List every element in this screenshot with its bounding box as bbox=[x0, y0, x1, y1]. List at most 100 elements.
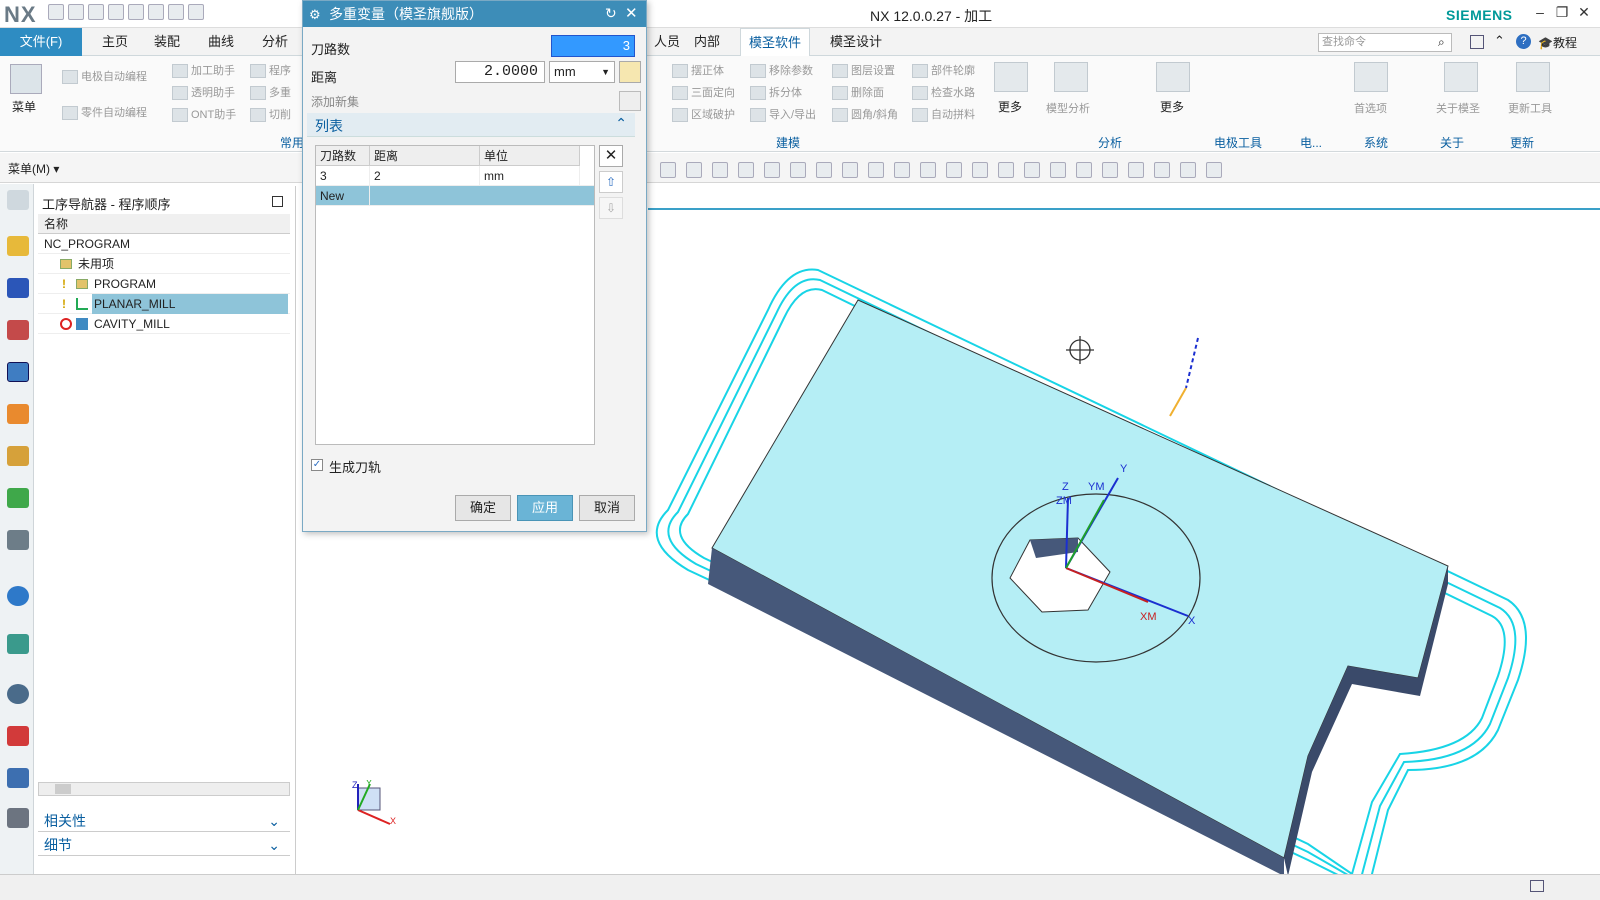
delete-row-icon[interactable]: ✕ bbox=[599, 145, 623, 167]
tree-row-planar-mill[interactable]: ! PLANAR_MILL bbox=[38, 294, 290, 314]
col-passes-header[interactable]: 刀路数 bbox=[316, 146, 370, 166]
cube-view-icon[interactable] bbox=[1180, 162, 1196, 178]
layer-settings-button[interactable]: 图层设置 bbox=[832, 62, 895, 79]
minimize-icon[interactable]: – bbox=[1530, 4, 1550, 20]
fit-view-icon[interactable] bbox=[998, 162, 1014, 178]
region-protect-button[interactable]: 区域破护 bbox=[672, 106, 735, 123]
tab-internal[interactable]: 内部 bbox=[686, 28, 728, 56]
move-down-icon[interactable]: ⇩ bbox=[599, 197, 623, 219]
collapse-ribbon-icon[interactable]: ⌃ bbox=[1494, 33, 1505, 49]
curve-icon[interactable] bbox=[764, 162, 780, 178]
tree-row-program[interactable]: ! PROGRAM bbox=[38, 274, 290, 294]
menu-button-label[interactable]: 菜单 bbox=[12, 98, 36, 115]
tutorial-link[interactable]: 🎓教程 bbox=[1538, 34, 1577, 51]
electrode-auto-program-button[interactable]: 电极自动编程 bbox=[62, 68, 147, 85]
repeat-command-icon[interactable] bbox=[168, 4, 184, 20]
more-modeling-button[interactable]: 更多 bbox=[998, 98, 1022, 115]
box-select-icon[interactable] bbox=[946, 162, 962, 178]
view-manager-icon[interactable] bbox=[7, 530, 29, 550]
rotate-icon[interactable] bbox=[1050, 162, 1066, 178]
auto-stitch-button[interactable]: 自动拼料 bbox=[912, 106, 975, 123]
history-palette-icon[interactable] bbox=[7, 488, 29, 508]
roles-icon[interactable] bbox=[7, 808, 29, 828]
ont-assistant-button[interactable]: ONT助手 bbox=[172, 106, 236, 123]
distance-input[interactable]: 2.0000 bbox=[455, 61, 545, 83]
save-icon[interactable] bbox=[48, 4, 64, 20]
touch-mode-icon[interactable] bbox=[148, 4, 164, 20]
model-analysis-icon[interactable] bbox=[1054, 62, 1088, 92]
window-switch-icon[interactable] bbox=[188, 4, 204, 20]
transparent-assistant-button[interactable]: 透明助手 bbox=[172, 84, 235, 101]
color-palette-icon[interactable] bbox=[7, 726, 29, 746]
part-navigator-icon[interactable] bbox=[7, 320, 29, 340]
scroll-thumb[interactable] bbox=[55, 784, 71, 794]
tab-assembly[interactable]: 装配 bbox=[146, 28, 188, 56]
operation-navigator-icon[interactable] bbox=[7, 362, 29, 382]
search-icon[interactable]: ⌕ bbox=[1438, 35, 1445, 50]
straighten-body-button[interactable]: 摆正体 bbox=[672, 62, 724, 79]
list-section-header[interactable]: 列表 ⌃ bbox=[307, 113, 635, 137]
table-row[interactable]: 3 2 mm bbox=[316, 166, 594, 186]
tree-row-unused[interactable]: 未用项 bbox=[38, 254, 290, 274]
ok-button[interactable]: 确定 bbox=[455, 495, 511, 521]
machine-tool-navigator-icon[interactable] bbox=[7, 404, 29, 424]
import-export-button[interactable]: 导入/导出 bbox=[750, 106, 816, 123]
tab-personnel[interactable]: 人员 bbox=[646, 28, 688, 56]
dialog-title-bar[interactable]: 多重变量（模圣旗舰版） bbox=[303, 1, 646, 27]
tab-mosheng-design[interactable]: 模圣设计 bbox=[822, 28, 890, 56]
quadrant-icon[interactable] bbox=[920, 162, 936, 178]
navigator-horizontal-scrollbar[interactable] bbox=[38, 782, 290, 796]
constraint-navigator-icon[interactable] bbox=[7, 278, 29, 298]
close-icon[interactable]: ✕ bbox=[1574, 4, 1594, 21]
check-waterway-button[interactable]: 检查水路 bbox=[912, 84, 975, 101]
midpoint-icon[interactable] bbox=[842, 162, 858, 178]
tree-row-nc-program[interactable]: NC_PROGRAM bbox=[38, 234, 290, 254]
maximize-panel-icon[interactable] bbox=[272, 196, 283, 207]
fullscreen-toggle-icon[interactable] bbox=[1530, 880, 1544, 892]
no-selection-icon[interactable] bbox=[660, 162, 676, 178]
move-up-icon[interactable]: ⇧ bbox=[599, 171, 623, 193]
part-model-view[interactable]: Z YM Y ZM XM X bbox=[648, 210, 1600, 874]
snap-point-icon[interactable] bbox=[790, 162, 806, 178]
more-analysis-button[interactable]: 更多 bbox=[1160, 98, 1184, 115]
details-panel[interactable]: 细节 ⌄ bbox=[38, 834, 290, 856]
reset-icon[interactable]: ↻ bbox=[605, 5, 617, 22]
face-filter-icon[interactable] bbox=[712, 162, 728, 178]
menu-dropdown[interactable]: 菜单(M) ▾ bbox=[8, 160, 59, 177]
about-mosheng-label[interactable]: 关于模圣 bbox=[1436, 100, 1480, 116]
update-tool-icon[interactable] bbox=[1516, 62, 1550, 92]
pan-icon[interactable] bbox=[1076, 162, 1092, 178]
three-face-orient-button[interactable]: 三面定向 bbox=[672, 84, 735, 101]
dialog-close-icon[interactable]: ✕ bbox=[625, 4, 638, 22]
part-auto-program-button[interactable]: 零件自动编程 bbox=[62, 104, 147, 121]
paste-icon[interactable] bbox=[128, 4, 144, 20]
cut-icon[interactable] bbox=[88, 4, 104, 20]
tab-analysis[interactable]: 分析 bbox=[254, 28, 296, 56]
dependencies-panel[interactable]: 相关性 ⌄ bbox=[38, 810, 290, 832]
process-studio-icon[interactable] bbox=[7, 768, 29, 788]
render-style-icon[interactable] bbox=[1102, 162, 1118, 178]
intersection-icon[interactable] bbox=[868, 162, 884, 178]
undo-icon[interactable] bbox=[68, 4, 84, 20]
col-unit-header[interactable]: 单位 bbox=[480, 146, 580, 166]
cut-button[interactable]: 切削 bbox=[250, 106, 291, 123]
solid-body-icon[interactable] bbox=[686, 162, 702, 178]
web-browser-icon[interactable] bbox=[7, 634, 29, 654]
info-icon[interactable] bbox=[7, 586, 29, 606]
tab-mosheng-software[interactable]: 模圣软件 bbox=[740, 28, 811, 56]
preferences-label[interactable]: 首选项 bbox=[1354, 100, 1387, 116]
generate-toolpath-checkbox[interactable]: ✓ bbox=[311, 459, 323, 471]
zoom-icon[interactable] bbox=[1024, 162, 1040, 178]
program-button[interactable]: 程序 bbox=[250, 62, 291, 79]
history-clock-icon[interactable] bbox=[7, 684, 29, 704]
add-set-icon[interactable] bbox=[619, 91, 641, 111]
center-icon[interactable] bbox=[894, 162, 910, 178]
show-hide-icon[interactable] bbox=[1206, 162, 1222, 178]
point-icon[interactable] bbox=[816, 162, 832, 178]
settings-gear-icon[interactable] bbox=[7, 190, 29, 210]
fillet-chamfer-button[interactable]: 圆角/斜角 bbox=[832, 106, 898, 123]
update-tool-label[interactable]: 更新工具 bbox=[1508, 100, 1552, 116]
more-analysis-icon[interactable] bbox=[1156, 62, 1190, 92]
body-filter-icon[interactable] bbox=[738, 162, 754, 178]
command-search-input[interactable]: 查找命令 bbox=[1318, 33, 1452, 52]
